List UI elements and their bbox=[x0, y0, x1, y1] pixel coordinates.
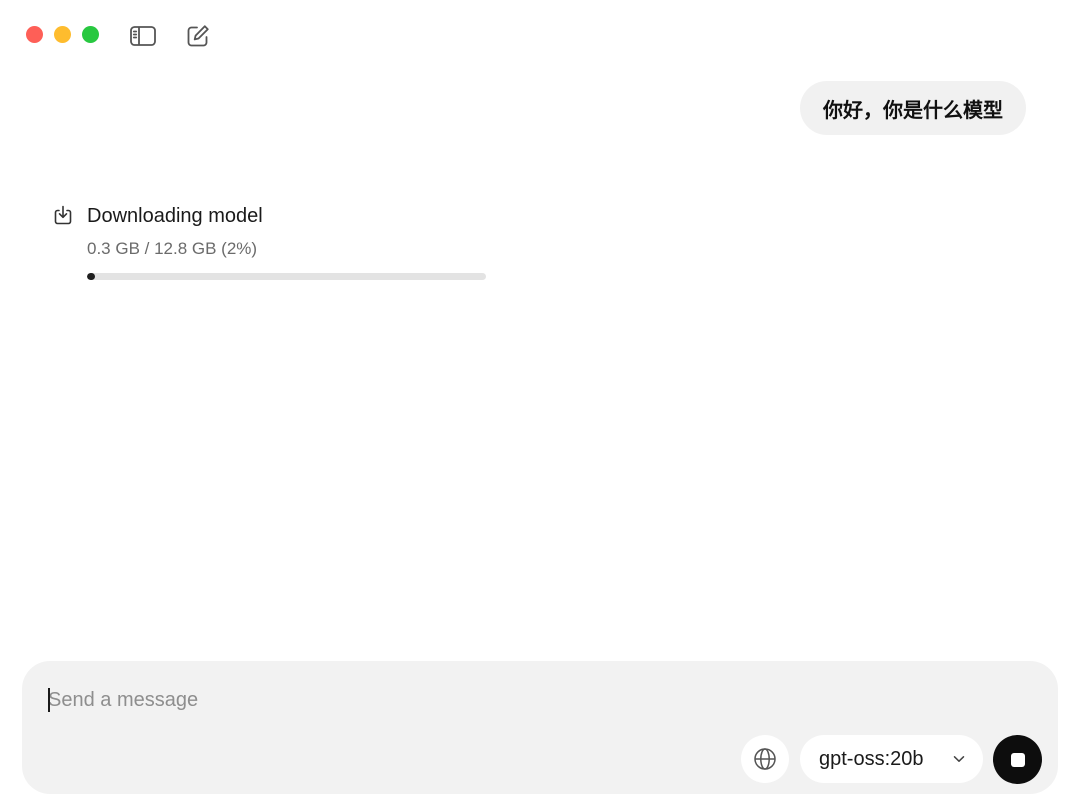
web-search-button[interactable] bbox=[741, 735, 789, 783]
sidebar-toggle-button[interactable] bbox=[129, 22, 157, 50]
zoom-window-button[interactable] bbox=[82, 26, 99, 43]
download-progress-fill bbox=[87, 273, 95, 280]
model-selector-label: gpt-oss:20b bbox=[819, 747, 924, 770]
stop-icon bbox=[1010, 752, 1025, 767]
stop-generation-button[interactable] bbox=[993, 735, 1042, 784]
download-title: Downloading model bbox=[87, 205, 263, 227]
chevron-down-icon bbox=[953, 755, 965, 763]
text-caret bbox=[48, 688, 50, 712]
message-input[interactable] bbox=[48, 685, 948, 715]
download-icon bbox=[54, 205, 72, 225]
app-window: 你好，你是什么模型 Downloading model 0.3 GB / 12.… bbox=[0, 0, 1080, 810]
model-selector[interactable]: gpt-oss:20b bbox=[800, 735, 983, 783]
sidebar-toggle-icon bbox=[130, 26, 156, 46]
download-progress-bar bbox=[87, 273, 486, 280]
new-chat-icon bbox=[187, 25, 209, 47]
user-message-bubble: 你好，你是什么模型 bbox=[800, 81, 1026, 135]
globe-icon bbox=[754, 748, 776, 770]
user-message-text: 你好，你是什么模型 bbox=[823, 99, 1003, 122]
close-window-button[interactable] bbox=[26, 26, 43, 43]
window-controls bbox=[26, 26, 99, 43]
new-chat-button[interactable] bbox=[184, 22, 212, 50]
message-composer: gpt-oss:20b bbox=[22, 661, 1058, 794]
download-status: 0.3 GB / 12.8 GB (2%) bbox=[87, 239, 258, 258]
minimize-window-button[interactable] bbox=[54, 26, 71, 43]
